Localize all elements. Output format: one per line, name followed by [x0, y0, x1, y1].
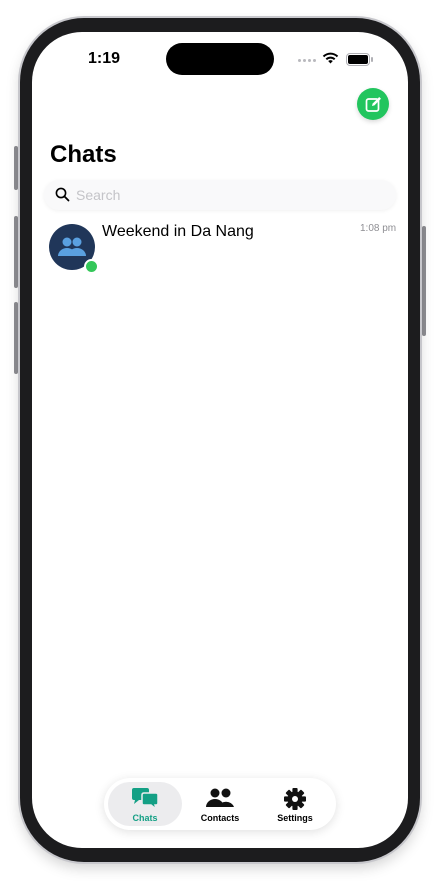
- chat-list-item[interactable]: Weekend in Da Nang 1:08 pm: [32, 220, 408, 276]
- wifi-icon: [322, 52, 339, 64]
- volume-up-button[interactable]: [14, 216, 18, 288]
- compose-icon: [365, 96, 381, 112]
- tab-chats[interactable]: Chats: [108, 782, 182, 826]
- contacts-icon: [206, 788, 234, 807]
- status-icons: [298, 52, 398, 68]
- tab-contacts[interactable]: Contacts: [183, 782, 257, 826]
- tab-settings[interactable]: Settings: [258, 782, 332, 826]
- cellular-signal-icon: [298, 59, 316, 62]
- tab-label: Contacts: [200, 813, 240, 823]
- volume-down-button[interactable]: [14, 302, 18, 374]
- page-title: Chats: [50, 141, 117, 168]
- search-input[interactable]: [76, 180, 376, 210]
- status-time: 1:19: [88, 50, 121, 67]
- search-bar[interactable]: [44, 180, 396, 210]
- battery-icon: [346, 53, 373, 66]
- chat-bubbles-icon: [132, 788, 159, 811]
- online-indicator: [84, 259, 99, 274]
- tab-bar: Chats Contacts Settings: [104, 778, 336, 830]
- dynamic-island: [166, 43, 274, 75]
- chat-timestamp: 1:08 pm: [360, 223, 397, 234]
- tab-label: Settings: [277, 813, 313, 823]
- action-button[interactable]: [14, 146, 18, 190]
- tab-label: Chats: [132, 813, 158, 823]
- search-icon: [55, 187, 70, 202]
- gear-icon: [284, 788, 306, 810]
- chat-name: Weekend in Da Nang: [102, 223, 254, 240]
- power-button[interactable]: [422, 226, 426, 336]
- app-screen: 1:19 Chats Search Weekend in Da Nang 1:0…: [32, 32, 408, 848]
- compose-button[interactable]: [357, 88, 389, 120]
- group-icon: [58, 237, 86, 256]
